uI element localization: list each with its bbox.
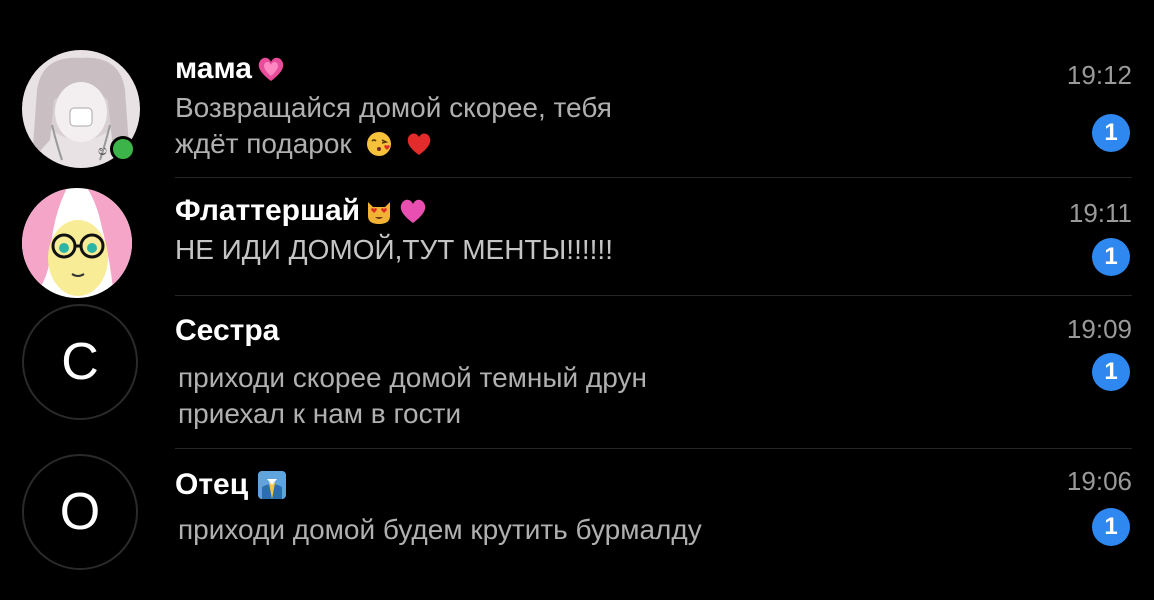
chat-time: 19:06 — [1066, 466, 1132, 496]
unread-badge: 1 — [1092, 353, 1130, 391]
red-heart-icon — [407, 133, 431, 155]
pink-heart-icon — [400, 199, 426, 223]
chat-row-father[interactable]: О Отец приходи домой будем крутить бурма… — [0, 448, 1154, 600]
chat-time: 19:11 — [1068, 198, 1132, 228]
chat-name: Флаттершай — [175, 194, 428, 228]
fluttershy-avatar-image — [22, 188, 132, 298]
avatar[interactable]: О — [22, 454, 140, 572]
chat-message-preview: Возвращайся домой скорее, тебя ждёт пода… — [175, 92, 612, 159]
unread-badge: 1 — [1092, 238, 1130, 276]
unread-badge: 1 — [1092, 114, 1130, 152]
online-indicator — [110, 136, 136, 162]
chat-name: Отец — [175, 468, 288, 502]
svg-text:ಲ: ಲ — [98, 143, 107, 159]
kiss-face-icon — [367, 132, 392, 156]
chat-time: 19:12 — [1066, 60, 1132, 90]
avatar[interactable]: С — [22, 304, 140, 422]
chat-message-preview: приходи скорее домой темный друн приехал… — [178, 362, 647, 429]
chat-row-fluttershy[interactable]: Флаттершай НЕ ИДИ ДОМОЙ,ТУТ МЕНТЫ!!!!!! … — [0, 178, 1154, 298]
chat-list: ಲ мама Возвращайся домой скорее, тебя жд… — [0, 0, 1154, 600]
office-worker-icon — [258, 471, 287, 499]
chat-row-sister[interactable]: С Сестра приходи скорее домой темный дру… — [0, 296, 1154, 449]
chat-name: мама — [175, 52, 286, 86]
chat-name: Сестра — [175, 314, 280, 347]
avatar[interactable]: ಲ — [22, 50, 140, 168]
avatar-letter: С — [22, 304, 138, 420]
chat-message-preview: НЕ ИДИ ДОМОЙ,ТУТ МЕНТЫ!!!!!! — [175, 234, 613, 265]
chat-time: 19:09 — [1066, 314, 1132, 344]
avatar-letter: О — [22, 454, 138, 570]
chat-message-preview: приходи домой будем крутить бурмалду — [178, 514, 702, 545]
sparkling-heart-icon — [258, 57, 284, 81]
avatar[interactable] — [22, 188, 132, 298]
heart-eyes-cat-icon — [368, 202, 391, 224]
unread-badge: 1 — [1092, 508, 1130, 546]
chat-row-mama[interactable]: ಲ мама Возвращайся домой скорее, тебя жд… — [0, 0, 1154, 178]
